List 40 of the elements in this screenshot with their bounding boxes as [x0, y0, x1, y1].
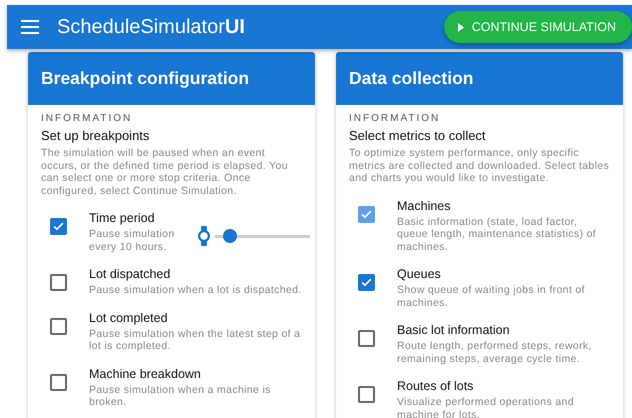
option-label: Machine breakdown: [89, 366, 202, 380]
checkbox[interactable]: [50, 318, 67, 334]
option-description: Show queue of waiting jobs in front of machines.: [397, 284, 586, 309]
option-description: Route length, performed steps, rework, remaining steps, average cycle time.: [397, 340, 593, 365]
checkbox[interactable]: [50, 374, 67, 390]
checkbox[interactable]: [50, 274, 67, 291]
checkbox[interactable]: [358, 274, 375, 291]
option-description: Pause simulation when a lot is dispatched.: [89, 284, 302, 296]
option-label: Time period: [89, 211, 156, 225]
continue-simulation-button[interactable]: CONTINUE SIMULATION: [444, 11, 632, 43]
menu-icon[interactable]: [21, 20, 39, 34]
overline: INFORMATION: [41, 113, 134, 124]
check-icon: [360, 276, 373, 289]
card-subtitle: Set up breakpoints: [41, 128, 150, 143]
option-description: Pause simulation every 10 hours.: [89, 228, 176, 253]
checkbox[interactable]: [50, 218, 67, 235]
checkbox[interactable]: [358, 330, 375, 347]
card-title: Breakpoint configuration: [28, 52, 315, 105]
option-label: Basic lot information: [397, 323, 511, 337]
card-description: To optimize system performance, only specific metrics are collected and downloaded. Select tables and charts you would like to investigate.: [349, 147, 610, 184]
checkbox[interactable]: [358, 386, 375, 403]
option-label: Lot completed: [89, 310, 169, 324]
card-title: Data collection: [336, 52, 623, 105]
option-description: Basic information (state, load factor, queue length, maintenance statistics) of machines.: [397, 216, 598, 253]
card-subtitle: Select metrics to collect: [349, 128, 487, 143]
slider-thumb[interactable]: [222, 229, 237, 243]
option-description: Visualize performed operations and machine for lots.: [397, 396, 575, 418]
check-icon: [360, 208, 373, 220]
option-description: Pause simulation when the latest step of a lot is completed.: [89, 328, 302, 352]
overline: INFORMATION: [349, 113, 442, 124]
option-label: Queues: [397, 267, 442, 281]
option-label: Machines: [397, 198, 452, 212]
play-icon: [458, 22, 464, 32]
watch-icon: [197, 226, 211, 246]
option-label: Lot dispatched: [89, 267, 172, 281]
check-icon: [52, 220, 65, 233]
card-description: The simulation will be paused when an event occurs, or the defined time period is elapsed. You can select one or more stop criteria. Once configured, select Continue Simulation.: [41, 147, 289, 197]
option-description: Pause simulation when a machine is broken.: [89, 384, 272, 408]
app-title: ScheduleSimulatorUI: [57, 16, 246, 38]
option-label: Routes of lots: [397, 379, 474, 393]
